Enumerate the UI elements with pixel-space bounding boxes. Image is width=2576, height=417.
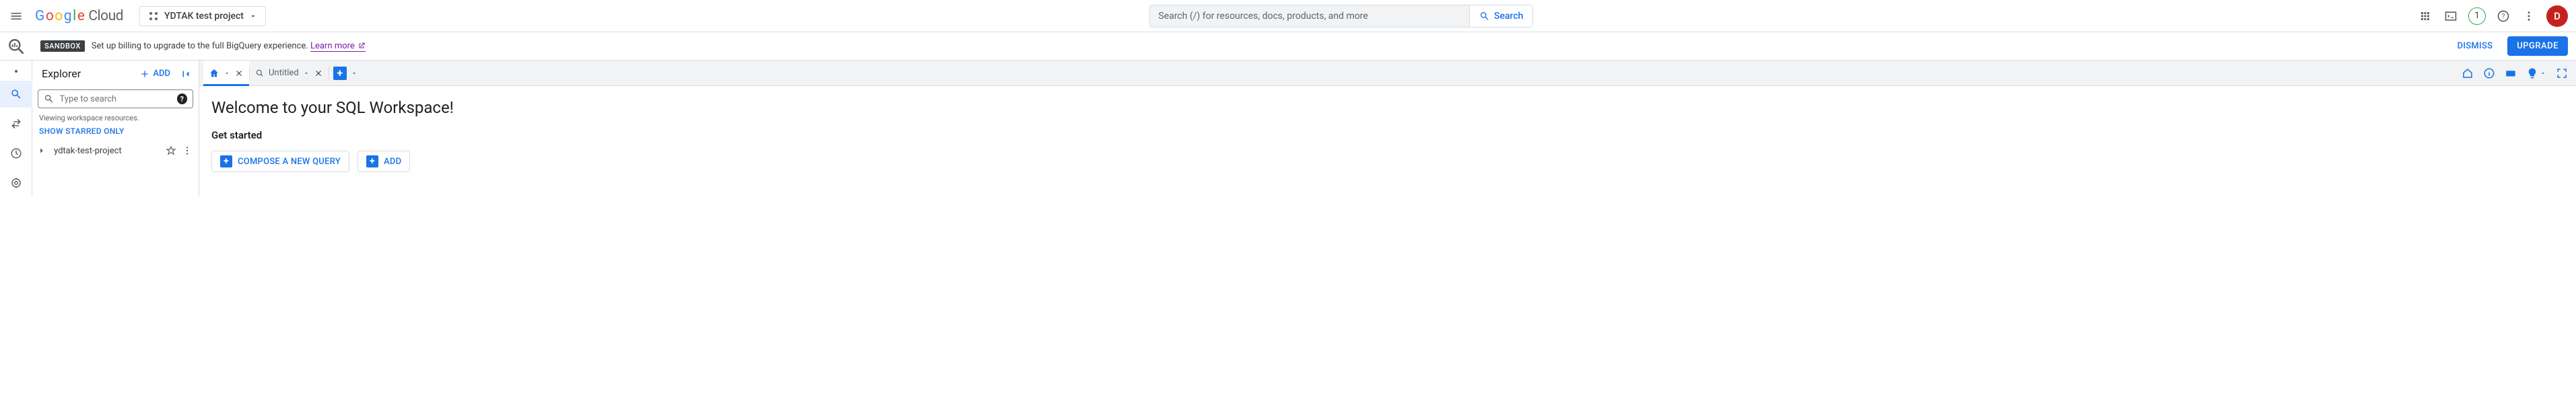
rail-collapse-dot[interactable]	[3, 65, 30, 78]
banner-row: SANDBOX Set up billing to upgrade to the…	[0, 32, 2576, 61]
tree-item-project[interactable]: ydtak-test-project	[38, 143, 193, 159]
apps-icon[interactable]	[2417, 8, 2433, 24]
search-help-icon[interactable]: ?	[177, 93, 188, 104]
new-tab-menu-icon[interactable]	[347, 70, 362, 77]
tab-bar: Untitled +	[199, 61, 2576, 86]
project-name: YDTAK test project	[164, 11, 244, 22]
nav-menu-icon[interactable]	[8, 8, 24, 24]
logo-cloud-text: Cloud	[88, 8, 123, 24]
compose-label: COMPOSE A NEW QUERY	[238, 157, 341, 167]
explorer-title: Explorer	[42, 67, 134, 80]
avatar[interactable]: D	[2546, 5, 2568, 27]
welcome-pane: Welcome to your SQL Workspace! Get start…	[199, 86, 2576, 184]
add-button[interactable]: + ADD	[358, 151, 410, 172]
search-button[interactable]: Search	[1469, 5, 1532, 27]
dismiss-button[interactable]: DISMISS	[2451, 37, 2500, 55]
explorer-search-field[interactable]: ?	[38, 89, 193, 108]
tool-feedback-icon[interactable]	[2526, 67, 2546, 79]
rail-data-transfers[interactable]	[3, 110, 30, 137]
tool-keyboard-icon[interactable]	[2505, 67, 2517, 79]
banner-text: Set up billing to upgrade to the full Bi…	[92, 41, 366, 52]
bigquery-icon[interactable]	[7, 37, 26, 56]
tool-home-icon[interactable]	[2462, 67, 2474, 79]
search-box: Search	[1149, 5, 1533, 28]
more-vert-icon[interactable]	[2521, 8, 2537, 24]
explorer-header: Explorer ADD	[32, 61, 199, 87]
google-cloud-logo[interactable]: Google Cloud	[35, 8, 123, 24]
notif-count: 1	[2474, 11, 2479, 21]
search-button-label: Search	[1494, 11, 1523, 22]
upgrade-button[interactable]: UPGRADE	[2507, 36, 2568, 56]
caret-down-icon[interactable]	[303, 70, 310, 77]
explorer-add-button[interactable]: ADD	[139, 69, 170, 79]
compose-query-button[interactable]: + COMPOSE A NEW QUERY	[211, 151, 349, 172]
search-input[interactable]	[1150, 5, 1469, 27]
more-vert-icon[interactable]	[181, 145, 193, 156]
learn-more-link[interactable]: Learn more	[310, 41, 366, 52]
search-wrap: Search	[271, 5, 2412, 28]
plus-box-icon: +	[366, 155, 378, 167]
collapse-panel-icon[interactable]	[180, 68, 192, 80]
star-icon[interactable]	[165, 145, 177, 156]
learn-more-label: Learn more	[310, 41, 355, 51]
product-icon-gutter	[0, 32, 32, 60]
side-rail	[0, 61, 32, 196]
welcome-subtitle: Get started	[211, 129, 2564, 141]
caret-down-icon[interactable]	[224, 70, 230, 77]
sandbox-badge: SANDBOX	[40, 40, 85, 52]
tab-label: Untitled	[269, 68, 299, 78]
svg-text:?: ?	[2502, 13, 2505, 20]
close-tab-icon[interactable]	[314, 69, 323, 78]
welcome-title: Welcome to your SQL Workspace!	[211, 98, 2564, 117]
tab-home[interactable]	[203, 61, 249, 85]
notifications-badge[interactable]: 1	[2468, 7, 2486, 25]
add-label: ADD	[384, 157, 401, 167]
external-link-icon	[358, 42, 366, 50]
explorer-add-label: ADD	[153, 69, 170, 79]
caret-down-icon	[249, 12, 257, 20]
explorer-panel: Explorer ADD ? Viewing workspace resourc…	[32, 61, 199, 196]
avatar-initial: D	[2554, 10, 2561, 22]
cloud-shell-icon[interactable]	[2443, 8, 2459, 24]
home-icon	[209, 68, 219, 79]
header-right: 1 ? D	[2417, 5, 2568, 27]
tool-info-icon[interactable]	[2483, 67, 2495, 79]
explorer-search-input[interactable]	[60, 94, 172, 104]
explorer-body: ? Viewing workspace resources. SHOW STAR…	[32, 87, 199, 159]
main-area: Explorer ADD ? Viewing workspace resourc…	[0, 61, 2576, 196]
workspace: Untitled + Welcome to your SQL Worksp	[199, 61, 2576, 196]
search-icon	[1479, 11, 1490, 22]
project-icon	[148, 11, 159, 22]
project-picker[interactable]: YDTAK test project	[139, 6, 266, 26]
rail-sql-workspace[interactable]	[0, 81, 32, 108]
rail-bi-engine[interactable]	[3, 169, 30, 196]
plus-icon	[139, 69, 150, 79]
top-header: Google Cloud YDTAK test project Search 1…	[0, 0, 2576, 32]
tab-untitled[interactable]: Untitled	[250, 61, 329, 85]
sandbox-banner: SANDBOX Set up billing to upgrade to the…	[32, 32, 2576, 60]
help-icon[interactable]: ?	[2495, 8, 2511, 24]
tab-tools	[2462, 67, 2572, 79]
show-starred-link[interactable]: SHOW STARRED ONLY	[38, 124, 193, 143]
project-node-label: ydtak-test-project	[54, 146, 122, 156]
viewing-scope-text: Viewing workspace resources.	[38, 112, 193, 124]
expand-caret-icon[interactable]	[38, 147, 50, 155]
search-icon	[44, 93, 55, 104]
close-tab-icon[interactable]	[234, 69, 244, 78]
new-tab-button[interactable]: +	[333, 67, 347, 80]
query-icon	[255, 69, 265, 78]
banner-message: Set up billing to upgrade to the full Bi…	[92, 41, 308, 51]
banner-actions: DISMISS UPGRADE	[2451, 36, 2568, 56]
rail-scheduled-queries[interactable]	[3, 140, 30, 167]
welcome-actions: + COMPOSE A NEW QUERY + ADD	[211, 151, 2564, 172]
plus-box-icon: +	[220, 155, 232, 167]
tool-fullscreen-icon[interactable]	[2556, 67, 2568, 79]
